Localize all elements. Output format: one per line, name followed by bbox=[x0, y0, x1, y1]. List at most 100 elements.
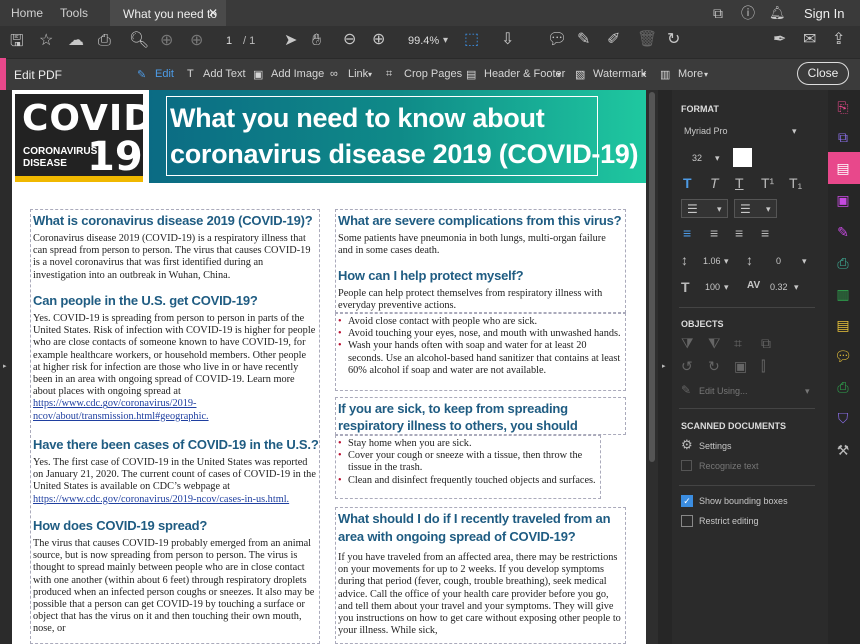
numbered-list-select[interactable]: ☰ ▾ bbox=[734, 199, 777, 218]
edit-using-button[interactable]: Edit Using... bbox=[699, 386, 748, 396]
subscript-icon[interactable]: T₁ bbox=[789, 175, 802, 191]
sign-in-link[interactable]: Sign In bbox=[804, 6, 844, 21]
crop-pages-button[interactable]: Crop Pages bbox=[404, 68, 462, 80]
fill-sign-icon[interactable]: ✎ bbox=[834, 223, 852, 241]
rotate-ccw-icon[interactable]: ↺ bbox=[681, 358, 693, 375]
font-family-select[interactable]: Myriad Pro bbox=[684, 126, 728, 136]
email-icon[interactable]: ✉ bbox=[803, 32, 816, 48]
highlight-pen-icon[interactable]: ✎ bbox=[577, 32, 590, 48]
more-tools-icon[interactable]: ⚒ bbox=[834, 441, 852, 459]
sign-icon[interactable]: ✒ bbox=[773, 32, 786, 48]
collapse-panel-icon[interactable]: ▸ bbox=[662, 362, 666, 370]
crop-object-icon[interactable]: ⌗ bbox=[734, 335, 742, 352]
header-footer-button[interactable]: Header & Footer bbox=[484, 68, 565, 80]
replace-image-icon[interactable]: ▣ bbox=[734, 358, 747, 375]
add-image-icon[interactable]: ▣ bbox=[253, 68, 263, 81]
show-bounding-boxes-checkbox[interactable]: ✓ bbox=[681, 495, 693, 507]
watermark-dropdown-icon[interactable]: ▾ bbox=[642, 70, 646, 79]
more-dropdown-icon[interactable]: ▾ bbox=[704, 70, 708, 79]
edit-pdf-icon[interactable]: ▤ bbox=[834, 159, 852, 177]
export-doc-icon[interactable]: ▤ bbox=[834, 316, 852, 334]
paragraph-spacing-dropdown-icon[interactable]: ▾ bbox=[802, 256, 807, 267]
link-icon[interactable]: ∞ bbox=[330, 68, 338, 80]
horizontal-scale-icon[interactable]: T bbox=[681, 279, 690, 295]
add-text-icon[interactable]: T bbox=[187, 68, 194, 80]
print-icon[interactable]: ⎙ bbox=[98, 33, 111, 49]
document-tab[interactable]: What you need to ... ✕ bbox=[110, 0, 226, 35]
bullet-list-select[interactable]: ☰ ▾ bbox=[681, 199, 728, 218]
rotate-cw-icon[interactable]: ↻ bbox=[708, 358, 720, 375]
edit-button[interactable]: Edit bbox=[155, 68, 174, 80]
more-button[interactable]: More bbox=[678, 68, 703, 80]
expand-left-icon[interactable]: ▸ bbox=[3, 362, 7, 370]
zoom-dropdown-icon[interactable]: ▾ bbox=[443, 33, 448, 49]
align-left-icon[interactable]: ≡ bbox=[683, 225, 691, 241]
edit-icon[interactable]: ✎ bbox=[137, 68, 146, 81]
export-pdf-icon[interactable]: ▣ bbox=[834, 191, 852, 209]
paragraph-spacing-value[interactable]: 0 bbox=[776, 256, 781, 266]
link-dropdown-icon[interactable]: ▾ bbox=[368, 70, 372, 79]
bookmark-star-icon[interactable]: ☆ bbox=[39, 33, 53, 49]
upload-cloud-icon[interactable]: ☁ bbox=[68, 33, 84, 49]
character-spacing-icon[interactable]: AV bbox=[747, 280, 760, 291]
arrange-icon[interactable]: ⧉ bbox=[761, 335, 771, 352]
text-normal-icon[interactable]: T bbox=[683, 175, 692, 191]
recognize-text-checkbox[interactable] bbox=[681, 460, 692, 471]
add-image-button[interactable]: Add Image bbox=[271, 68, 324, 80]
rotate-icon[interactable]: ↻ bbox=[667, 32, 680, 48]
line-spacing-value[interactable]: 1.06 bbox=[703, 256, 721, 266]
draw-icon[interactable]: ✐ bbox=[607, 32, 620, 48]
watermark-icon[interactable]: ▧ bbox=[575, 68, 585, 81]
zoom-in-icon[interactable]: ⊕ bbox=[372, 32, 385, 48]
help-icon[interactable]: ⓘ bbox=[741, 5, 755, 21]
edit-using-dropdown-icon[interactable]: ▾ bbox=[805, 386, 810, 397]
cases-link[interactable]: https://www.cdc.gov/coronavirus/2019-nco… bbox=[33, 494, 289, 505]
flip-vertical-icon[interactable]: ⧩ bbox=[681, 335, 694, 352]
protect-shield-icon[interactable]: ⛉ bbox=[834, 409, 852, 427]
combine-files-icon[interactable]: ⧉ bbox=[834, 128, 852, 146]
settings-link[interactable]: Settings bbox=[699, 441, 732, 451]
italic-icon[interactable]: T bbox=[710, 175, 719, 191]
line-spacing-dropdown-icon[interactable]: ▾ bbox=[724, 256, 729, 267]
font-dropdown-icon[interactable]: ▾ bbox=[792, 126, 797, 137]
prev-page-icon[interactable]: ⊕ bbox=[160, 33, 173, 49]
header-footer-dropdown-icon[interactable]: ▾ bbox=[557, 70, 561, 79]
zoom-level[interactable]: 99.4% bbox=[408, 35, 439, 47]
watermark-button[interactable]: Watermark bbox=[593, 68, 646, 80]
line-spacing-icon[interactable]: ↕ bbox=[681, 252, 688, 268]
header-footer-icon[interactable]: ▤ bbox=[466, 68, 476, 81]
close-button[interactable]: Close bbox=[797, 62, 849, 85]
horizontal-scale-value[interactable]: 100 bbox=[705, 282, 720, 292]
character-spacing-value[interactable]: 0.32 bbox=[770, 282, 788, 292]
restrict-editing-checkbox[interactable] bbox=[681, 515, 693, 527]
size-dropdown-icon[interactable]: ▾ bbox=[715, 153, 720, 164]
flip-horizontal-icon[interactable]: ⧨ bbox=[708, 335, 721, 352]
edit-using-icon[interactable]: ✎ bbox=[681, 383, 691, 397]
find-icon[interactable]: 🔍︎ bbox=[129, 33, 149, 49]
gear-icon[interactable]: ⚙ bbox=[681, 437, 693, 453]
link-button[interactable]: Link bbox=[348, 68, 368, 80]
scale-dropdown-icon[interactable]: ▾ bbox=[724, 282, 729, 293]
share-screen-icon[interactable]: ⧉ bbox=[713, 5, 723, 21]
font-color-swatch[interactable] bbox=[733, 148, 752, 167]
page-title[interactable]: What you need to know about coronavirus d… bbox=[170, 100, 639, 172]
fit-page-icon[interactable]: ⬚ bbox=[464, 32, 479, 48]
select-cursor-icon[interactable]: ➤ bbox=[284, 33, 297, 49]
crop-icon[interactable]: ⌗ bbox=[386, 68, 392, 81]
underline-icon[interactable]: T bbox=[735, 175, 744, 191]
comment-icon[interactable]: 💬︎ bbox=[547, 32, 567, 48]
tools-tab[interactable]: Tools bbox=[60, 6, 88, 20]
page-current[interactable]: 1 bbox=[226, 35, 232, 47]
create-pdf-icon[interactable]: ⎘ bbox=[834, 98, 852, 116]
font-size-select[interactable]: 32 bbox=[692, 153, 702, 163]
align-center-icon[interactable]: ≡ bbox=[710, 225, 718, 241]
delete-icon[interactable]: 🗑︎ bbox=[637, 32, 657, 48]
scroll-mode-icon[interactable]: ⇩ bbox=[501, 32, 514, 48]
geographic-link[interactable]: https://www.cdc.gov/coronavirus/2019-nco… bbox=[33, 398, 209, 421]
scan-ocr-icon[interactable]: ⎙ bbox=[834, 254, 852, 272]
more-icon[interactable]: ▥ bbox=[660, 68, 670, 81]
print-production-icon[interactable]: ⎙ bbox=[834, 378, 852, 396]
align-objects-icon[interactable]: ⫿ bbox=[761, 358, 765, 375]
comment-tool-icon[interactable]: 💬︎ bbox=[834, 347, 852, 365]
zoom-out-icon[interactable]: ⊖ bbox=[343, 32, 356, 48]
